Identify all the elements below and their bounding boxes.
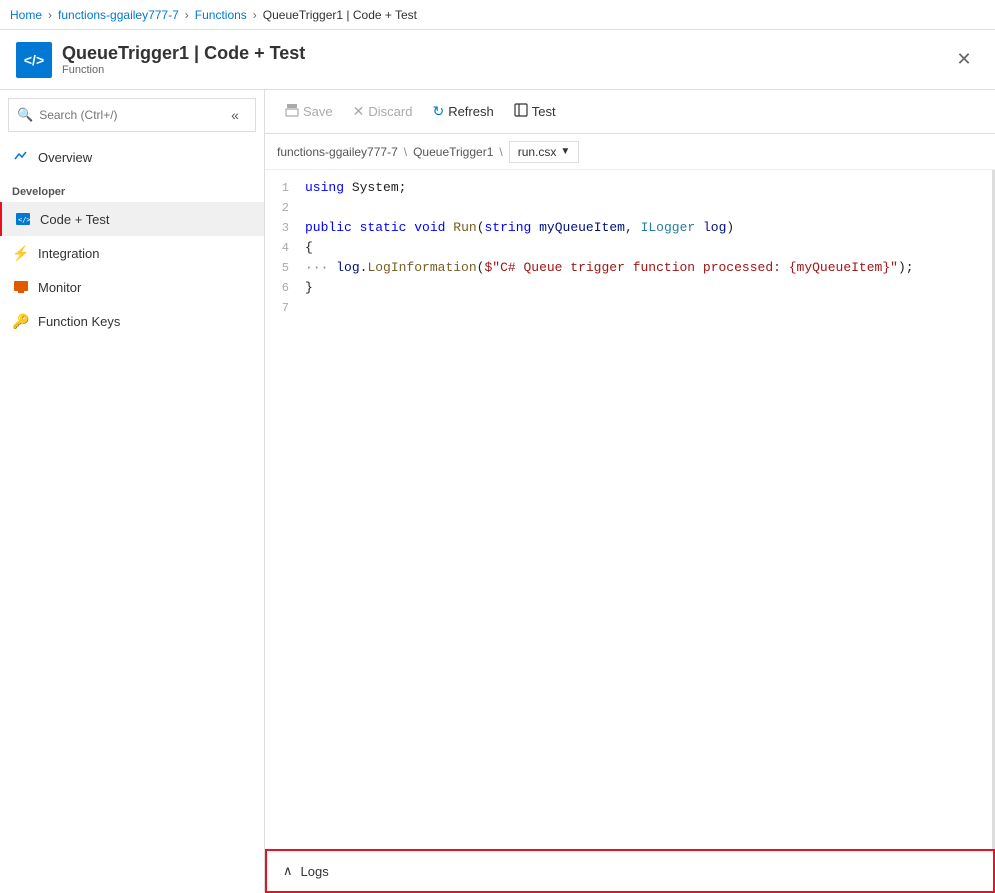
logs-panel[interactable]: ∧ Logs bbox=[265, 849, 995, 893]
chevron-down-icon: ▼ bbox=[560, 146, 570, 157]
breadcrumb-functions[interactable]: Functions bbox=[195, 8, 247, 22]
integration-icon: ⚡ bbox=[12, 244, 30, 262]
sidebar-item-function-keys-label: Function Keys bbox=[38, 314, 120, 329]
code-test-icon: </> bbox=[14, 210, 32, 228]
code-editor[interactable]: 1 using System; 2 3 public static void R… bbox=[265, 170, 995, 849]
file-dropdown[interactable]: run.csx ▼ bbox=[509, 141, 580, 163]
code-line-4: 4 { bbox=[265, 238, 992, 258]
refresh-icon: ↻ bbox=[432, 103, 444, 120]
sidebar-item-monitor[interactable]: Monitor bbox=[0, 270, 264, 304]
content-area: Save ✕ Discard ↻ Refresh Test functions-… bbox=[265, 90, 995, 893]
path-sep2: \ bbox=[499, 145, 502, 159]
breadcrumb-sep-1: › bbox=[48, 8, 52, 22]
code-line-5: 5 ··· log.LogInformation($"C# Queue trig… bbox=[265, 258, 992, 278]
breadcrumb-functions-app[interactable]: functions-ggailey777-7 bbox=[58, 8, 179, 22]
sidebar-item-integration[interactable]: ⚡ Integration bbox=[0, 236, 264, 270]
save-label: Save bbox=[303, 104, 333, 119]
breadcrumb-bar: Home › functions-ggailey777-7 › Function… bbox=[0, 0, 995, 30]
sidebar-item-code-test-label: Code + Test bbox=[40, 212, 110, 227]
svg-text:</>: </> bbox=[18, 216, 31, 224]
search-icon: 🔍 bbox=[17, 107, 33, 123]
code-line-1: 1 using System; bbox=[265, 178, 992, 198]
page-subtitle: Function bbox=[62, 64, 305, 76]
code-line-3: 3 public static void Run(string myQueueI… bbox=[265, 218, 992, 238]
search-box[interactable]: 🔍 « bbox=[8, 98, 256, 132]
save-icon bbox=[285, 103, 299, 120]
path-part1: functions-ggailey777-7 bbox=[277, 145, 398, 159]
breadcrumb-home[interactable]: Home bbox=[10, 8, 42, 22]
code-line-6: 6 } bbox=[265, 278, 992, 298]
discard-button[interactable]: ✕ Discard bbox=[345, 99, 421, 124]
search-input[interactable] bbox=[39, 108, 217, 122]
title-bar: </> QueueTrigger1 | Code + Test Function… bbox=[0, 30, 995, 90]
overview-icon bbox=[12, 148, 30, 166]
breadcrumb-sep-3: › bbox=[253, 8, 257, 22]
path-sep1: \ bbox=[404, 145, 407, 159]
developer-section-label: Developer bbox=[0, 174, 264, 202]
file-dropdown-label: run.csx bbox=[518, 145, 557, 159]
refresh-button[interactable]: ↻ Refresh bbox=[424, 99, 501, 124]
page-title: QueueTrigger1 | Code + Test bbox=[62, 43, 305, 64]
code-line-7: 7 bbox=[265, 298, 992, 318]
sidebar-item-integration-label: Integration bbox=[38, 246, 99, 261]
sidebar: 🔍 « Overview Developer </> Code + Test ⚡… bbox=[0, 90, 265, 893]
title-text-group: QueueTrigger1 | Code + Test Function bbox=[62, 43, 305, 76]
refresh-label: Refresh bbox=[448, 104, 494, 119]
discard-label: Discard bbox=[368, 104, 412, 119]
function-icon: </> bbox=[16, 42, 52, 78]
code-line-2: 2 bbox=[265, 198, 992, 218]
test-icon bbox=[514, 103, 528, 120]
path-part2: QueueTrigger1 bbox=[413, 145, 493, 159]
toolbar: Save ✕ Discard ↻ Refresh Test bbox=[265, 90, 995, 134]
sidebar-item-monitor-label: Monitor bbox=[38, 280, 81, 295]
sidebar-item-code-test[interactable]: </> Code + Test bbox=[0, 202, 264, 236]
sidebar-item-overview-label: Overview bbox=[38, 150, 92, 165]
save-button[interactable]: Save bbox=[277, 99, 341, 124]
test-label: Test bbox=[532, 104, 556, 119]
logs-label: Logs bbox=[301, 864, 329, 879]
logs-chevron-icon: ∧ bbox=[283, 863, 293, 879]
title-left: </> QueueTrigger1 | Code + Test Function bbox=[16, 42, 305, 78]
monitor-icon bbox=[12, 278, 30, 296]
function-keys-icon: 🔑 bbox=[12, 312, 30, 330]
sidebar-item-overview[interactable]: Overview bbox=[0, 140, 264, 174]
main-layout: 🔍 « Overview Developer </> Code + Test ⚡… bbox=[0, 90, 995, 893]
file-path-bar: functions-ggailey777-7 \ QueueTrigger1 \… bbox=[265, 134, 995, 170]
collapse-icon[interactable]: « bbox=[223, 103, 247, 127]
breadcrumb-current: QueueTrigger1 | Code + Test bbox=[263, 8, 417, 22]
discard-icon: ✕ bbox=[353, 103, 365, 120]
close-button[interactable]: ✕ bbox=[949, 45, 979, 75]
test-button[interactable]: Test bbox=[506, 99, 564, 124]
sidebar-item-function-keys[interactable]: 🔑 Function Keys bbox=[0, 304, 264, 338]
breadcrumb-sep-2: › bbox=[185, 8, 189, 22]
